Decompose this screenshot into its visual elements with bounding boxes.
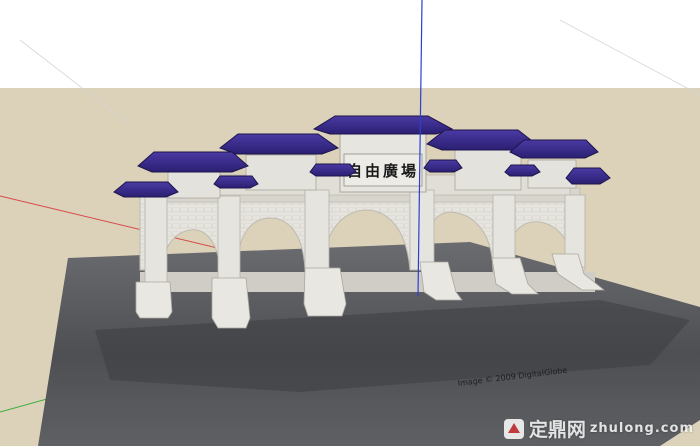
roof-mid-left <box>137 151 249 173</box>
roof-center <box>312 115 454 135</box>
roof-low-left <box>113 181 179 198</box>
plaque-text: 自由廣場 <box>347 162 419 180</box>
pillar-4 <box>409 189 435 271</box>
roof-mid-right <box>509 139 599 159</box>
pillar-3 <box>304 189 330 275</box>
roof-low-center-right <box>423 159 463 173</box>
modeling-viewport[interactable]: Image © 2009 DigitalGlobe 自由廣場 定鼎网 zhulo… <box>0 0 700 446</box>
roof-low-center <box>309 163 357 177</box>
watermark-brand: 定鼎网 <box>528 419 586 441</box>
base-2 <box>211 277 251 329</box>
roof-low-center-left <box>213 175 259 189</box>
roof-inner-left <box>218 133 340 155</box>
watermark-domain: zhulong.com <box>589 421 694 436</box>
roof-low-right-a <box>504 164 541 177</box>
watermark-logo-icon <box>503 418 524 439</box>
pillar-2 <box>217 195 241 281</box>
base-1 <box>135 281 173 319</box>
pillar-1 <box>144 195 168 287</box>
base-3 <box>303 267 347 317</box>
archway-model-scene[interactable]: Image © 2009 DigitalGlobe 自由廣場 <box>0 0 700 446</box>
site-watermark: 定鼎网 zhulong.com <box>503 415 694 442</box>
sky <box>0 0 700 88</box>
outer-block-left <box>167 171 221 199</box>
